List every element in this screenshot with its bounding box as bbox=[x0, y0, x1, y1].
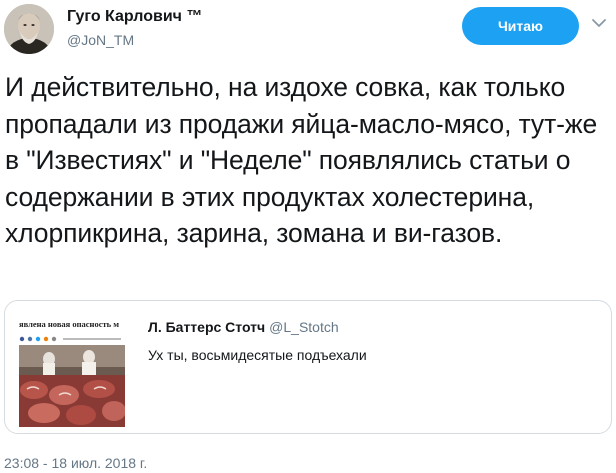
quoted-tweet-card[interactable]: явлена новая опасность м Л. Баттерс Стот… bbox=[4, 300, 612, 434]
tweet-text: И действительно, на издохе совка, как то… bbox=[5, 72, 598, 248]
tweet-header: Гуго Карлович ™ @JoN_TM Читаю bbox=[0, 0, 616, 60]
tweet-timestamp[interactable]: 23:08 - 18 июл. 2018 г. bbox=[4, 455, 147, 471]
author-handle[interactable]: @JoN_TM bbox=[67, 32, 134, 48]
author-name[interactable]: Гуго Карлович ™ bbox=[67, 8, 202, 26]
following-button[interactable]: Читаю bbox=[462, 7, 579, 45]
avatar-portrait bbox=[4, 4, 54, 54]
avatar[interactable] bbox=[4, 4, 54, 54]
chevron-down-icon[interactable] bbox=[590, 14, 608, 32]
quoted-author-handle[interactable]: @L_Stotch bbox=[269, 319, 338, 335]
share-icons-strip bbox=[19, 336, 121, 342]
quoted-tweet-body: Л. Баттерс Стотч @L_Stotch Ух ты, восьмид… bbox=[148, 319, 598, 363]
thumbnail-photo bbox=[19, 345, 125, 427]
thumbnail-headline: явлена новая опасность м bbox=[19, 319, 120, 329]
quoted-tweet-thumbnail[interactable]: явлена новая опасность м bbox=[5, 301, 125, 433]
quoted-author-name[interactable]: Л. Баттерс Стотч bbox=[148, 319, 265, 335]
quoted-tweet-text: Ух ты, восьмидесятые подъехали bbox=[148, 347, 367, 363]
